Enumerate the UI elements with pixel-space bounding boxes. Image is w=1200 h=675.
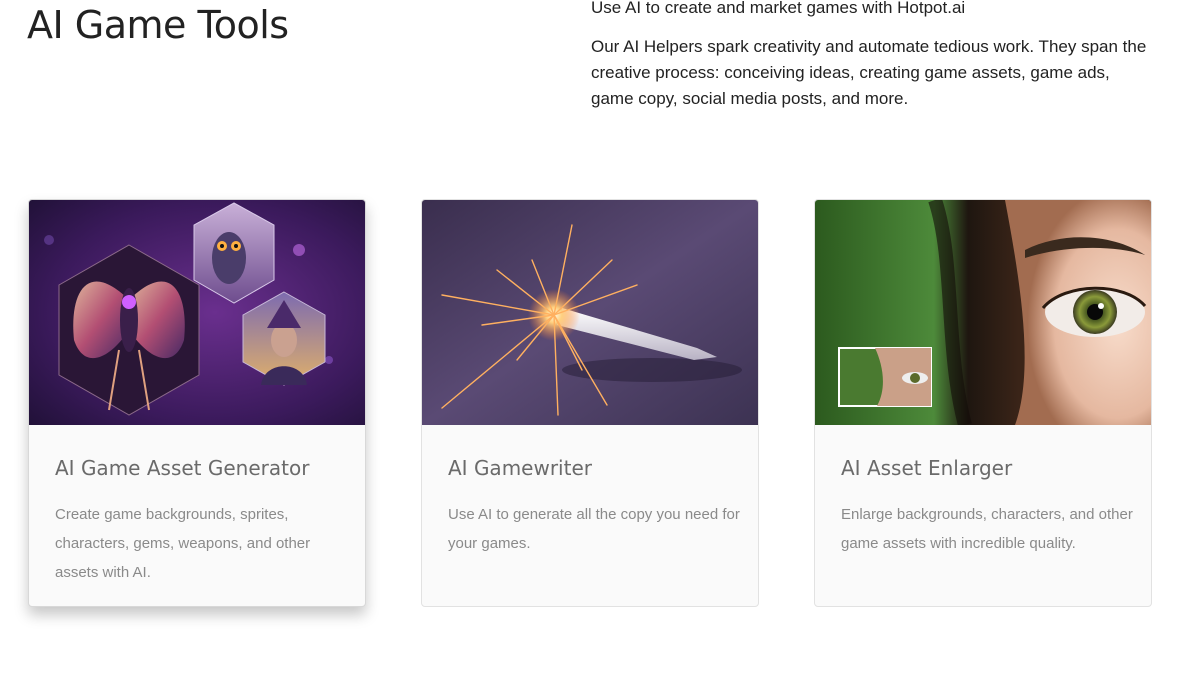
card-title[interactable]: AI Game Asset Generator: [55, 452, 309, 484]
asset-generator-image[interactable]: [29, 200, 365, 425]
card-description: Use AI to generate all the copy you need…: [448, 506, 740, 552]
page-title: AI Game Tools: [27, 3, 289, 47]
tool-card-gamewriter[interactable]: AI Gamewriter Use AI to generate all the…: [421, 199, 759, 607]
intro-lead: Use AI to create and market games with H…: [591, 0, 966, 17]
gamewriter-image[interactable]: [422, 200, 758, 425]
card-description: Create game backgrounds, sprites, charac…: [55, 506, 311, 581]
asset-enlarger-image[interactable]: [815, 200, 1151, 425]
tool-card-asset-enlarger[interactable]: AI Asset Enlarger Enlarge backgrounds, c…: [814, 199, 1152, 607]
card-title[interactable]: AI Gamewriter: [448, 452, 592, 484]
intro-section: Use AI to create and market games with H…: [591, 0, 1151, 112]
card-description: Enlarge backgrounds, characters, and oth…: [841, 506, 1133, 552]
intro-body: Our AI Helpers spark creativity and auto…: [591, 37, 1147, 108]
tool-card-asset-generator[interactable]: AI Game Asset Generator Create game back…: [28, 199, 366, 607]
card-title[interactable]: AI Asset Enlarger: [841, 452, 1012, 484]
